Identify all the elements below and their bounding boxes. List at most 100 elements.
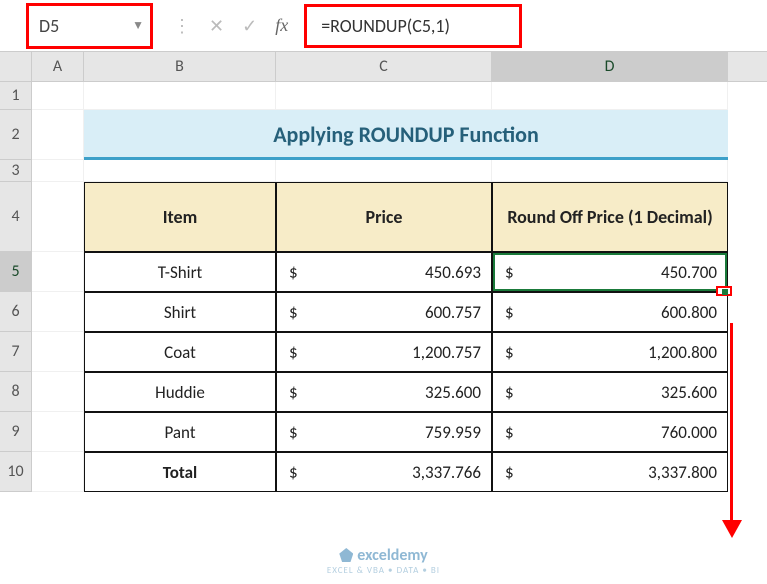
fill-arrow-line (730, 323, 733, 525)
price-1: 600.757 (425, 302, 481, 323)
currency-symbol: $ (289, 262, 298, 283)
round-4: 760.000 (661, 422, 717, 443)
cell-b3[interactable] (84, 160, 276, 182)
row-header-10[interactable]: 10 (0, 452, 32, 492)
cell-c10[interactable]: $3,337.766 (276, 452, 492, 492)
header-price[interactable]: Price (276, 182, 492, 252)
currency-symbol: $ (505, 382, 514, 403)
col-header-c[interactable]: C (276, 52, 492, 81)
currency-symbol: $ (289, 382, 298, 403)
watermark-brand: exceldemy (357, 546, 427, 565)
cell-d10[interactable]: $3,337.800 (492, 452, 728, 492)
cell-d6[interactable]: $600.800 (492, 292, 728, 332)
column-headers: A B C D (0, 52, 767, 82)
divider-icon: ⋮ (173, 15, 191, 37)
cell-b10[interactable]: Total (84, 452, 276, 492)
row-header-1[interactable]: 1 (0, 82, 32, 110)
fill-arrow-head-icon (722, 520, 742, 538)
cell-a9[interactable] (32, 412, 84, 452)
dropdown-icon[interactable]: ▼ (132, 18, 144, 33)
cell-a1[interactable] (32, 82, 84, 110)
round-0: 450.700 (661, 262, 717, 283)
row-header-9[interactable]: 9 (0, 412, 32, 452)
cell-c8[interactable]: $325.600 (276, 372, 492, 412)
cell-c9[interactable]: $759.959 (276, 412, 492, 452)
currency-symbol: $ (289, 302, 298, 323)
col-header-b[interactable]: B (84, 52, 276, 81)
cell-c5[interactable]: $450.693 (276, 252, 492, 292)
row-header-8[interactable]: 8 (0, 372, 32, 412)
currency-symbol: $ (289, 462, 298, 483)
cell-a7[interactable] (32, 332, 84, 372)
cell-a5[interactable] (32, 252, 84, 292)
worksheet: A B C D 1 2 Applying ROUNDUP Function 3 … (0, 52, 767, 492)
price-0: 450.693 (425, 262, 481, 283)
round-2: 1,200.800 (648, 342, 717, 363)
cell-d8[interactable]: $325.600 (492, 372, 728, 412)
row-header-7[interactable]: 7 (0, 332, 32, 372)
price-2: 1,200.757 (412, 342, 481, 363)
cell-d5[interactable]: $450.700 (492, 252, 728, 292)
watermark-sub: EXCEL & VBA • DATA • BI (0, 565, 767, 576)
select-all-corner[interactable] (0, 52, 32, 81)
cell-a10[interactable] (32, 452, 84, 492)
watermark-logo-icon (339, 548, 353, 562)
item-1: Shirt (164, 302, 196, 323)
cell-c1[interactable] (276, 82, 492, 110)
cell-a8[interactable] (32, 372, 84, 412)
price-3: 325.600 (425, 382, 481, 403)
formula-input[interactable]: =ROUNDUP(C5,1) (304, 4, 522, 48)
row-header-6[interactable]: 6 (0, 292, 32, 332)
header-round[interactable]: Round Off Price (1 Decimal) (492, 182, 728, 252)
currency-symbol: $ (289, 342, 298, 363)
cell-b6[interactable]: Shirt (84, 292, 276, 332)
price-4: 759.959 (425, 422, 481, 443)
currency-symbol: $ (505, 422, 514, 443)
item-2: Coat (164, 342, 196, 363)
cell-a4[interactable] (32, 182, 84, 252)
item-4: Pant (164, 422, 195, 443)
currency-symbol: $ (289, 422, 298, 443)
currency-symbol: $ (505, 342, 514, 363)
col-header-d[interactable]: D (492, 52, 728, 81)
currency-symbol: $ (505, 462, 514, 483)
cell-b8[interactable]: Huddie (84, 372, 276, 412)
row-header-4[interactable]: 4 (0, 182, 32, 252)
header-item[interactable]: Item (84, 182, 276, 252)
cell-a3[interactable] (32, 160, 84, 182)
total-price: 3,337.766 (412, 462, 481, 483)
cell-d9[interactable]: $760.000 (492, 412, 728, 452)
title-cell[interactable]: Applying ROUNDUP Function (84, 110, 728, 160)
cell-d7[interactable]: $1,200.800 (492, 332, 728, 372)
cell-a6[interactable] (32, 292, 84, 332)
cell-d1[interactable] (492, 82, 728, 110)
col-header-a[interactable]: A (32, 52, 84, 81)
cell-c3[interactable] (276, 160, 492, 182)
cell-d3[interactable] (492, 160, 728, 182)
formula-bar: D5 ▼ ⋮ ✕ ✓ fx =ROUNDUP(C5,1) (0, 0, 767, 52)
total-round: 3,337.800 (648, 462, 717, 483)
name-box[interactable]: D5 ▼ (26, 3, 153, 49)
cell-c6[interactable]: $600.757 (276, 292, 492, 332)
item-3: Huddie (155, 382, 205, 403)
cell-b1[interactable] (84, 82, 276, 110)
row-header-2[interactable]: 2 (0, 110, 32, 160)
round-1: 600.800 (661, 302, 717, 323)
cell-b7[interactable]: Coat (84, 332, 276, 372)
cell-a2[interactable] (32, 110, 84, 160)
formula-bar-icons: ⋮ ✕ ✓ (173, 15, 257, 37)
total-label: Total (163, 462, 197, 483)
watermark: exceldemy EXCEL & VBA • DATA • BI (0, 546, 767, 576)
fx-icon[interactable]: fx (275, 15, 288, 36)
title-text: Applying ROUNDUP Function (273, 121, 539, 148)
cell-b5[interactable]: T-Shirt (84, 252, 276, 292)
enter-icon[interactable]: ✓ (242, 15, 257, 37)
row-header-3[interactable]: 3 (0, 160, 32, 182)
cell-b9[interactable]: Pant (84, 412, 276, 452)
currency-symbol: $ (505, 262, 514, 283)
cell-c7[interactable]: $1,200.757 (276, 332, 492, 372)
row-header-5[interactable]: 5 (0, 252, 32, 292)
cancel-icon[interactable]: ✕ (209, 15, 224, 37)
fill-handle[interactable] (716, 286, 732, 296)
name-box-value: D5 (39, 15, 59, 37)
